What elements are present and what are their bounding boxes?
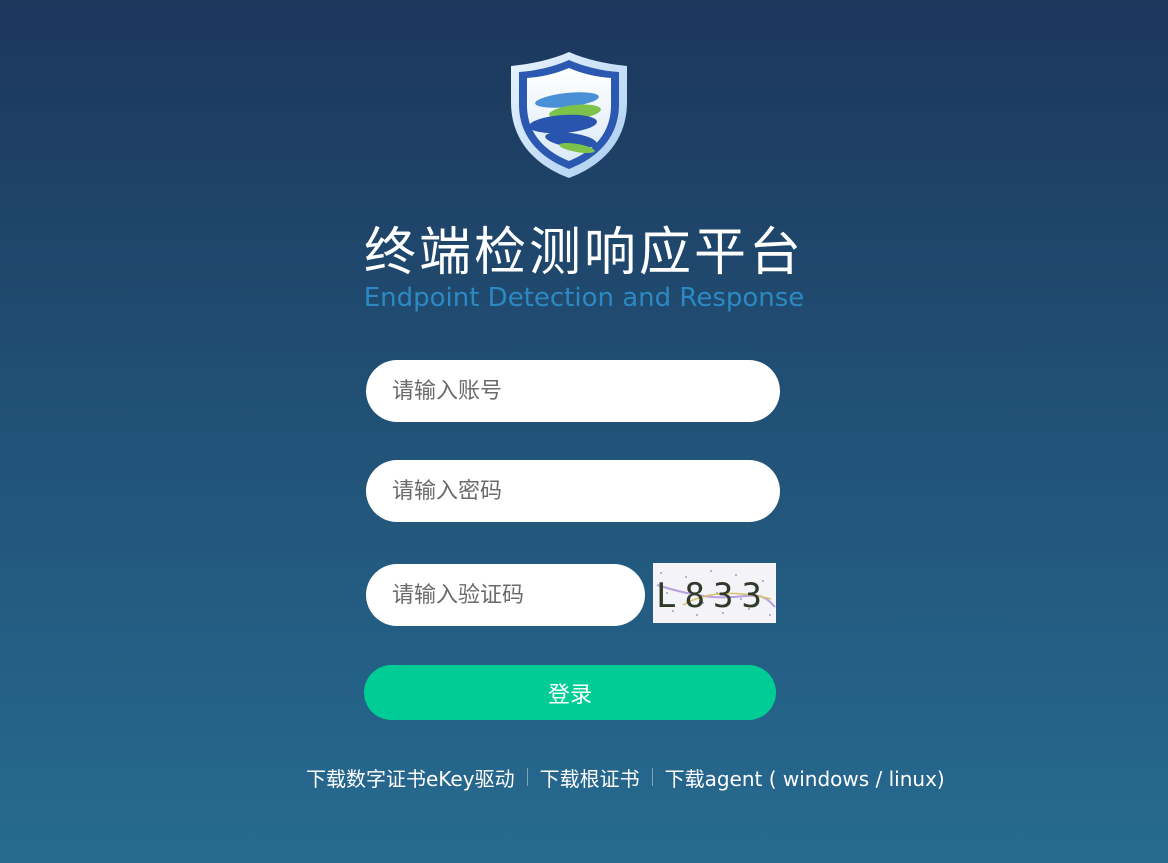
account-input[interactable] [366, 360, 780, 422]
login-button[interactable]: 登录 [364, 665, 776, 720]
page-title: 终端检测响应平台 [363, 223, 804, 283]
download-ekey-driver-link[interactable]: 下载数字证书eKey驱动 [306, 763, 515, 792]
download-root-cert-link[interactable]: 下载根证书 [540, 763, 640, 792]
shield-logo-icon [511, 52, 627, 178]
download-links: 下载数字证书eKey驱动 下载根证书 下载agent ( windows / l… [306, 763, 945, 791]
link-separator [651, 768, 653, 786]
password-input[interactable] [366, 460, 780, 522]
page-subtitle: Endpoint Detection and Response [363, 283, 805, 313]
captcha-text: L833 [656, 576, 770, 616]
captcha-image[interactable]: L833 [653, 563, 776, 623]
captcha-input[interactable] [366, 564, 645, 626]
link-separator [526, 768, 528, 786]
download-agent-link[interactable]: 下载agent ( windows / linux) [665, 763, 945, 792]
